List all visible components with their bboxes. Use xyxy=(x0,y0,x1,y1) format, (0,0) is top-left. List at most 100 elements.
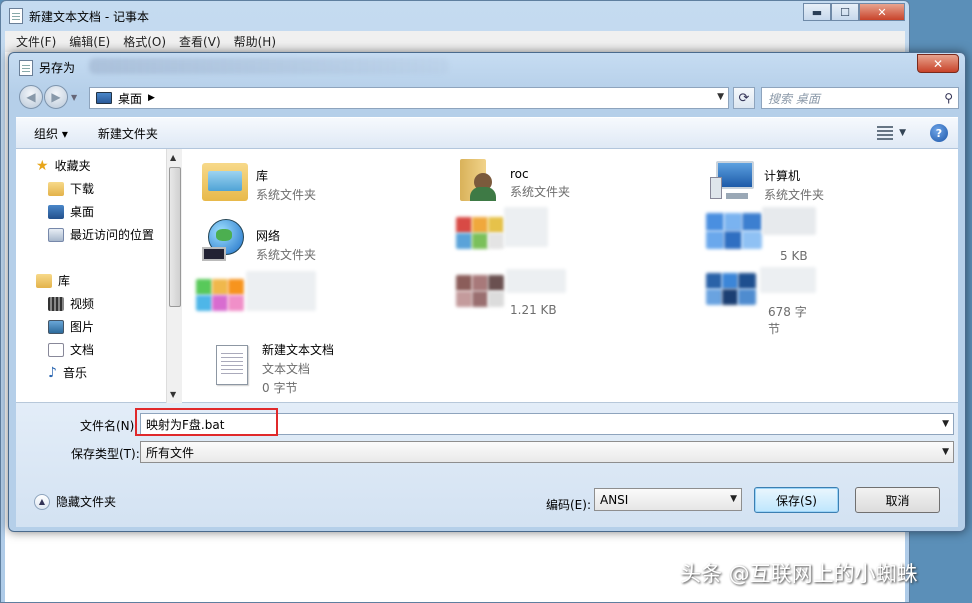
filename-label: 文件名(N): xyxy=(80,419,139,433)
file-item-textdoc[interactable]: 新建文本文档 文本文档 0 字节 xyxy=(208,341,334,396)
file-item-network[interactable]: 网络 系统文件夹 xyxy=(202,217,316,263)
chevron-up-icon: ▲ xyxy=(34,493,50,510)
view-details-icon xyxy=(877,126,894,140)
chevron-down-icon[interactable]: ▼ xyxy=(942,447,949,457)
cancel-button[interactable]: 取消 xyxy=(855,487,940,513)
address-location[interactable]: 桌面 xyxy=(118,90,142,107)
nav-buttons: ◀ ▶ ▼ xyxy=(19,85,77,109)
address-dropdown-icon[interactable]: ▼ xyxy=(717,92,724,102)
change-view-button[interactable]: ▼ xyxy=(877,126,906,140)
browser-panes: ★ 收藏夹 下载 桌面 最近访问的位置 库 视频 图片 文档 ♪ 音乐 ▲ ▼ … xyxy=(16,149,958,403)
file-item-blurred-3[interactable] xyxy=(196,271,316,331)
sidebar-item-pictures[interactable]: 图片 xyxy=(48,318,94,335)
file-size: 678 字节 xyxy=(768,305,807,336)
sidebar-item-label: 收藏夹 xyxy=(54,159,91,173)
text-document-icon xyxy=(208,341,254,387)
dialog-titlebar: 另存为 xyxy=(19,59,75,76)
chevron-down-icon: ▼ xyxy=(899,128,906,138)
music-note-icon: ♪ xyxy=(48,364,57,381)
dialog-close-button[interactable]: ✕ xyxy=(917,54,959,73)
sidebar-item-label: 下载 xyxy=(70,182,95,196)
file-name: 新建文本文档 xyxy=(262,343,335,357)
sidebar-item-desktop[interactable]: 桌面 xyxy=(48,203,94,220)
search-placeholder: 搜索 桌面 xyxy=(768,91,820,106)
breadcrumb-chevron-icon[interactable]: ▶ xyxy=(148,93,155,103)
menu-bar: 文件(F) 编辑(E) 格式(O) 查看(V) 帮助(H) xyxy=(5,31,905,52)
close-button[interactable]: ✕ xyxy=(859,3,905,21)
menu-file[interactable]: 文件(F) xyxy=(16,33,56,50)
save-options-panel: 文件名(N): 映射为F盘.bat ▼ 保存类型(T): 所有文件 ▼ ▲ 隐藏… xyxy=(16,403,958,527)
scroll-up-icon[interactable]: ▲ xyxy=(170,153,176,162)
maximize-button[interactable]: ☐ xyxy=(831,3,859,21)
encoding-label: 编码(E): xyxy=(546,498,591,512)
notepad-icon xyxy=(9,8,23,24)
sidebar-item-favorites[interactable]: ★ 收藏夹 xyxy=(36,157,91,174)
library-folder-icon xyxy=(202,157,248,203)
file-size: 0 字节 xyxy=(262,381,298,395)
sidebar-item-music[interactable]: ♪ 音乐 xyxy=(48,364,87,381)
navigation-pane: ★ 收藏夹 下载 桌面 最近访问的位置 库 视频 图片 文档 ♪ 音乐 xyxy=(16,149,166,403)
file-item-computer[interactable]: 计算机 系统文件夹 xyxy=(710,157,824,203)
file-desc: 系统文件夹 xyxy=(764,188,825,202)
desktop-icon xyxy=(48,204,64,219)
file-desc: 文本文档 xyxy=(262,362,311,376)
chevron-down-icon[interactable]: ▼ xyxy=(942,419,949,429)
command-bar: 组织 ▾ 新建文件夹 ▼ ? xyxy=(16,117,958,149)
help-icon[interactable]: ? xyxy=(930,124,948,142)
menu-edit[interactable]: 编辑(E) xyxy=(69,33,110,50)
filetype-label: 保存类型(T): xyxy=(71,447,140,461)
forward-button[interactable]: ▶ xyxy=(44,85,68,109)
scroll-down-icon[interactable]: ▼ xyxy=(170,390,176,399)
forward-arrow-icon: ▶ xyxy=(51,90,61,104)
file-item-blurred-4[interactable]: 1.21 KB xyxy=(456,269,566,319)
desktop-icon xyxy=(96,92,112,104)
navigation-row: ◀ ▶ ▼ 桌面 ▶ ▼ ⟳ 搜索 桌面 ⚲ xyxy=(17,85,959,111)
file-desc: 系统文件夹 xyxy=(256,188,317,202)
menu-help[interactable]: 帮助(H) xyxy=(234,33,276,50)
pictures-icon xyxy=(48,319,64,334)
nav-scrollbar[interactable]: ▲ ▼ xyxy=(166,149,182,403)
file-desc: 系统文件夹 xyxy=(510,185,571,199)
filetype-value: 所有文件 xyxy=(146,445,195,460)
address-bar[interactable]: 桌面 ▶ ▼ xyxy=(89,87,729,109)
new-folder-button[interactable]: 新建文件夹 xyxy=(98,125,158,142)
file-size: 5 KB xyxy=(780,249,808,263)
sidebar-item-videos[interactable]: 视频 xyxy=(48,295,94,312)
notepad-titlebar: 新建文本文档 - 记事本 xyxy=(9,6,149,26)
encoding-value: ANSI xyxy=(600,492,629,507)
file-item-blurred-2[interactable]: 5 KB xyxy=(706,207,816,271)
recent-places-icon xyxy=(48,227,64,242)
organize-button[interactable]: 组织 ▾ xyxy=(34,125,68,142)
downloads-icon xyxy=(48,181,64,196)
file-name: 库 xyxy=(256,169,269,183)
encoding-select[interactable]: ANSI ▼ xyxy=(594,488,742,511)
refresh-icon: ⟳ xyxy=(738,90,750,106)
sidebar-item-recent[interactable]: 最近访问的位置 xyxy=(48,226,154,243)
search-icon[interactable]: ⚲ xyxy=(944,91,953,105)
menu-view[interactable]: 查看(V) xyxy=(179,33,221,50)
file-name: roc xyxy=(510,167,529,181)
sidebar-item-libraries[interactable]: 库 xyxy=(36,272,70,289)
recent-pages-dropdown-icon[interactable]: ▼ xyxy=(71,93,77,102)
save-button[interactable]: 保存(S) xyxy=(754,487,839,513)
file-item-roc[interactable]: roc 系统文件夹 xyxy=(456,157,570,203)
file-name: 计算机 xyxy=(764,169,801,183)
sidebar-item-documents[interactable]: 文档 xyxy=(48,341,94,358)
minimize-button[interactable]: ▬ xyxy=(803,3,831,21)
file-item-library[interactable]: 库系统文件夹 xyxy=(202,157,316,203)
menu-format[interactable]: 格式(O) xyxy=(123,33,166,50)
refresh-button[interactable]: ⟳ xyxy=(733,87,755,109)
scrollbar-thumb[interactable] xyxy=(169,167,181,307)
sidebar-item-downloads[interactable]: 下载 xyxy=(48,180,94,197)
search-input[interactable]: 搜索 桌面 ⚲ xyxy=(761,87,959,109)
back-button[interactable]: ◀ xyxy=(19,85,43,109)
documents-icon xyxy=(48,342,64,357)
notepad-icon xyxy=(19,59,33,76)
file-size: 1.21 KB xyxy=(510,303,557,317)
filetype-select[interactable]: 所有文件 ▼ xyxy=(140,441,954,463)
chevron-down-icon[interactable]: ▼ xyxy=(730,494,737,504)
sidebar-item-label: 文档 xyxy=(70,343,95,357)
blurred-title-text xyxy=(89,58,449,74)
hide-folders-button[interactable]: ▲ 隐藏文件夹 xyxy=(34,493,116,510)
file-item-blurred-5[interactable]: 678 字节 xyxy=(706,267,816,336)
